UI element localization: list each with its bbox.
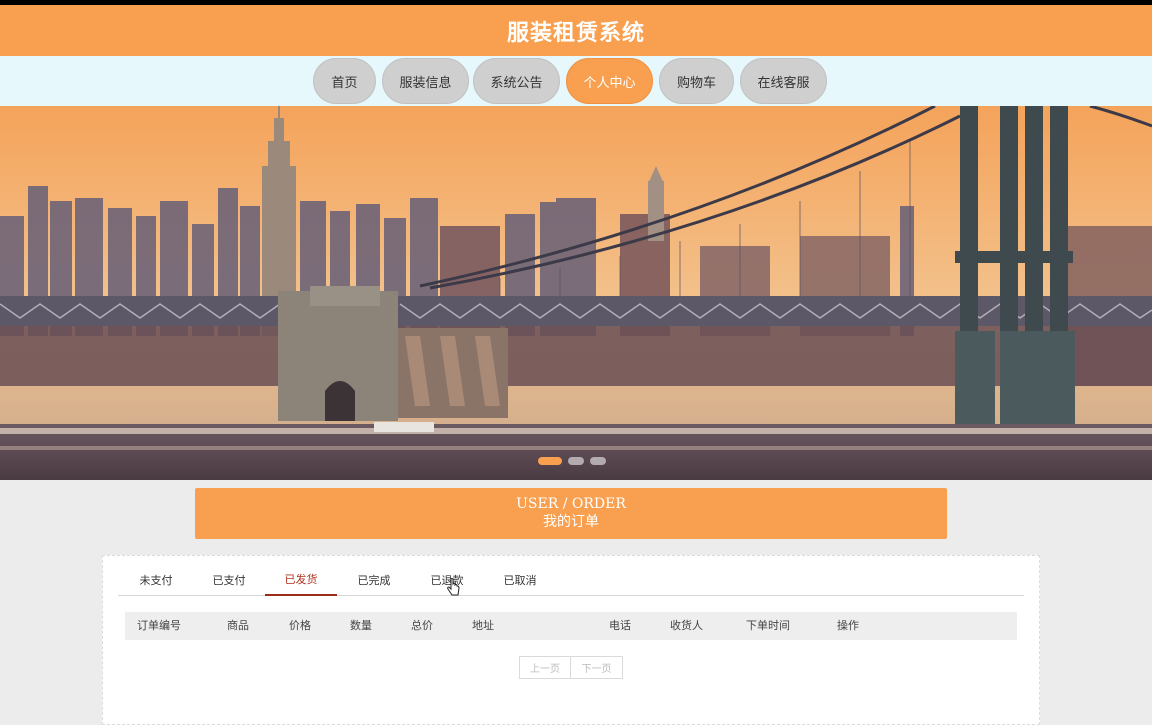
col-quantity: 数量 [350, 619, 372, 632]
col-order-time: 下单时间 [746, 619, 790, 632]
carousel-dot-1[interactable] [538, 457, 562, 465]
col-receiver: 收货人 [670, 619, 703, 632]
order-table-header: 订单编号 商品 价格 数量 总价 地址 电话 收货人 下单时间 操作 [125, 612, 1017, 640]
site-title: 服装租赁系统 [506, 20, 645, 46]
order-section-header: USER / ORDER 我的订单 [195, 488, 947, 539]
col-order-number: 订单编号 [137, 619, 181, 632]
nav-item-home[interactable]: 首页 [313, 58, 376, 104]
order-title-cn: 我的订单 [543, 514, 599, 530]
order-title-en: USER / ORDER [516, 496, 626, 512]
tab-shipped[interactable]: 已发货 [265, 564, 337, 596]
nav-item-clothing-info[interactable]: 服装信息 [382, 58, 469, 104]
col-address: 地址 [472, 619, 494, 632]
nav-item-cart[interactable]: 购物车 [659, 58, 734, 104]
tab-paid[interactable]: 已支付 [193, 564, 265, 596]
next-page-button[interactable]: 下一页 [571, 656, 623, 679]
col-product: 商品 [227, 619, 249, 632]
prev-page-button[interactable]: 上一页 [519, 656, 571, 679]
hand-cursor-icon [447, 578, 460, 596]
carousel-dots [538, 457, 606, 465]
col-total: 总价 [411, 619, 433, 632]
banner-image [0, 106, 1152, 480]
tab-cancelled[interactable]: 已取消 [484, 564, 556, 596]
nav-item-personal-center[interactable]: 个人中心 [566, 58, 653, 104]
col-phone: 电话 [609, 619, 631, 632]
pagination: 上一页 下一页 [519, 656, 623, 679]
tab-unpaid[interactable]: 未支付 [120, 564, 192, 596]
carousel-dot-3[interactable] [590, 457, 606, 465]
carousel-dot-2[interactable] [568, 457, 584, 465]
main-nav: 首页 服装信息 系统公告 个人中心 购物车 在线客服 [0, 56, 1152, 106]
order-panel: 未支付 已支付 已发货 已完成 已退款 已取消 订单编号 商品 价格 数量 总价… [102, 555, 1040, 725]
site-header: 服装租赁系统 [0, 5, 1152, 56]
nav-item-customer-service[interactable]: 在线客服 [740, 58, 827, 104]
order-status-tabs: 未支付 已支付 已发货 已完成 已退款 已取消 [118, 564, 1024, 596]
col-price: 价格 [289, 619, 311, 632]
col-actions: 操作 [837, 619, 859, 632]
banner-carousel[interactable] [0, 106, 1152, 480]
tab-completed[interactable]: 已完成 [338, 564, 410, 596]
nav-item-announcements[interactable]: 系统公告 [473, 58, 560, 104]
